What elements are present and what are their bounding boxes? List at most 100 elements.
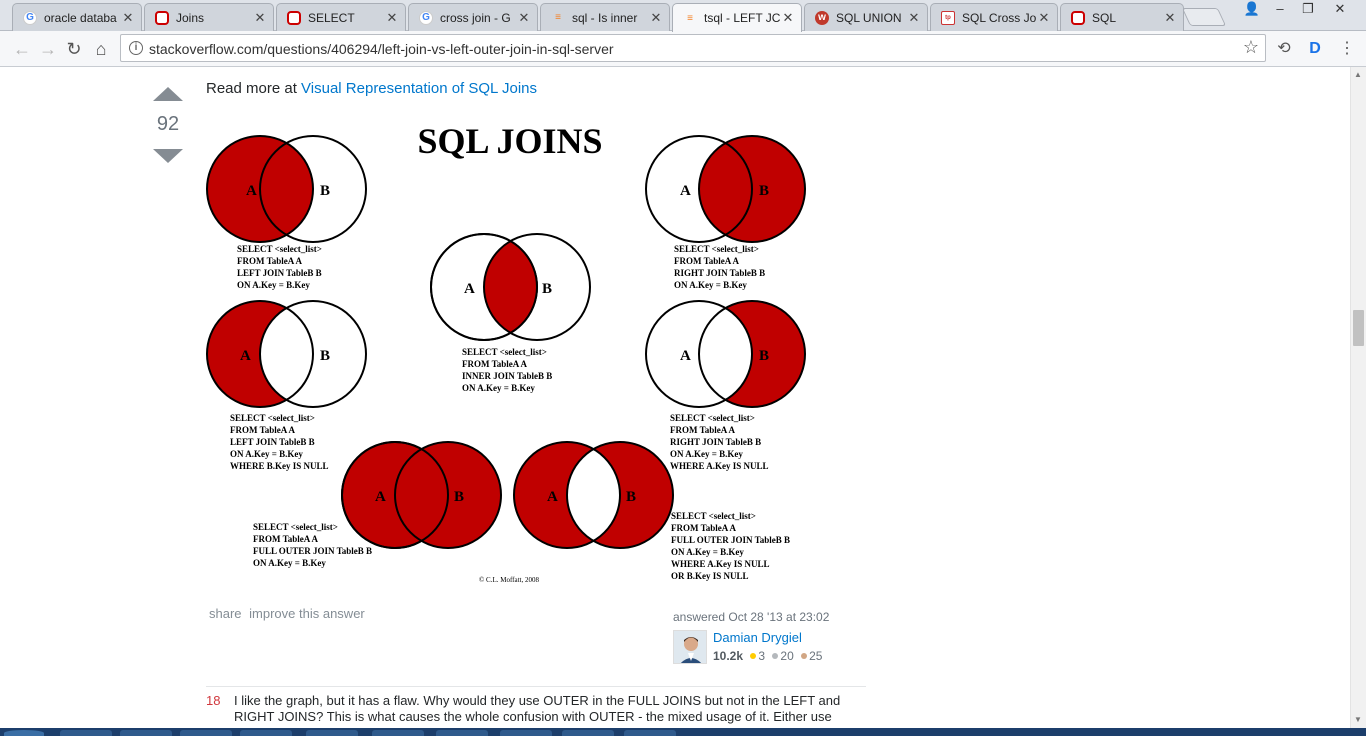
scroll-down-icon[interactable]: ▼ [1354, 715, 1362, 724]
close-icon[interactable]: ✕ [517, 10, 531, 26]
user-reputation: 10.2k 3 20 25 [713, 649, 822, 663]
info-icon[interactable]: i [129, 41, 143, 55]
close-window-icon[interactable]: ✕ [1326, 0, 1354, 20]
tab-tsql-left-join[interactable]: ≡ tsql - LEFT JC ✕ [672, 3, 802, 32]
diagram-title: SQL JOINS [417, 121, 602, 161]
tab-title: SELECT [308, 10, 355, 25]
label-b: B [542, 281, 552, 297]
url-text[interactable]: stackoverflow.com/questions/406294/left-… [149, 41, 614, 57]
home-icon[interactable]: ⌂ [89, 37, 113, 61]
close-icon[interactable]: ✕ [781, 10, 795, 26]
maximize-icon[interactable]: ❐ [1294, 0, 1322, 20]
share-link[interactable]: share [209, 606, 242, 621]
label-b: B [320, 183, 330, 199]
minimize-icon[interactable]: – [1266, 0, 1294, 20]
back-arrow-icon[interactable]: ← [10, 37, 34, 61]
taskbar-item[interactable] [500, 730, 552, 736]
start-button[interactable] [4, 730, 44, 736]
answered-time: answered Oct 28 '13 at 23:02 [673, 610, 830, 624]
visual-representation-link[interactable]: Visual Representation of SQL Joins [301, 80, 537, 97]
query-line: SELECT <select_list> [237, 244, 322, 254]
scrollbar-thumb[interactable] [1353, 310, 1364, 346]
avatar[interactable] [673, 630, 707, 664]
google-icon: G [419, 10, 433, 25]
vote-up-arrow-icon[interactable] [153, 87, 183, 101]
bronze-badge-icon [801, 653, 808, 659]
query-line: FULL OUTER JOIN TableB B [253, 546, 372, 556]
query-line: WHERE A.Key IS NULL [670, 461, 769, 471]
address-bar[interactable]: i stackoverflow.com/questions/406294/lef… [120, 34, 1266, 62]
tab-strip: G oracle databa ✕ Joins ✕ SELECT ✕ G cro… [0, 0, 1366, 32]
improve-answer-link[interactable]: improve this answer [249, 606, 365, 621]
tab-sql-cross-join[interactable]: tp SQL Cross Jo ✕ [930, 3, 1058, 31]
reload-icon[interactable]: ↻ [62, 37, 86, 61]
extension-icon[interactable]: ⟲ [1273, 38, 1295, 60]
close-icon[interactable]: ✕ [253, 10, 267, 26]
new-tab-button[interactable] [1181, 8, 1227, 26]
query-line: FROM TableA A [674, 256, 740, 266]
tab-title: cross join - G [440, 10, 511, 25]
query-line: WHERE A.Key IS NULL [671, 559, 770, 569]
scroll-up-icon[interactable]: ▲ [1354, 70, 1362, 79]
bookmark-star-icon[interactable]: ☆ [1243, 37, 1259, 58]
label-b: B [759, 348, 769, 364]
close-icon[interactable]: ✕ [907, 10, 921, 26]
user-profile-icon[interactable]: 👤 [1238, 0, 1266, 20]
query-line: SELECT <select_list> [671, 511, 756, 521]
close-icon[interactable]: ✕ [121, 10, 135, 26]
tab-title: SQL UNION [836, 10, 902, 25]
query-line: FULL OUTER JOIN TableB B [671, 535, 790, 545]
tab-sql[interactable]: SQL ✕ [1060, 3, 1184, 31]
query-line: LEFT JOIN TableB B [237, 268, 322, 278]
label-b: B [759, 183, 769, 199]
taskbar-item[interactable] [240, 730, 292, 736]
extension-d-icon[interactable]: D [1304, 38, 1326, 60]
tab-sql-union[interactable]: w SQL UNION ✕ [804, 3, 928, 31]
silver-badge-count: 20 [780, 649, 794, 663]
label-a: A [375, 489, 386, 505]
taskbar-item[interactable] [624, 730, 676, 736]
query-line: INNER JOIN TableB B [462, 371, 552, 381]
taskbar-item[interactable] [120, 730, 172, 736]
sql-joins-diagram: SQL JOINS A B SELECT <select_list> FROM … [206, 121, 806, 584]
tab-title: SQL Cross Jo [962, 10, 1037, 25]
gold-badge-count: 3 [758, 649, 766, 663]
oracle-icon [287, 10, 301, 25]
tab-oracle-database[interactable]: G oracle databa ✕ [12, 3, 142, 31]
page-scrollbar[interactable]: ▲ ▼ [1350, 67, 1366, 728]
venn-inner-join: A B SELECT <select_list> FROM TableA A I… [430, 233, 591, 393]
tab-sql-is-inner[interactable]: ≡ sql - Is inner ✕ [540, 3, 670, 31]
query-line: ON A.Key = B.Key [671, 547, 744, 557]
os-taskbar [0, 728, 1366, 736]
label-a: A [464, 281, 475, 297]
close-icon[interactable]: ✕ [1037, 10, 1051, 26]
query-line: SELECT <select_list> [462, 347, 547, 357]
read-more-text: Read more at Visual Representation of SQ… [206, 80, 537, 97]
venn-right-excluding-join: A B SELECT <select_list> FROM TableA A R… [645, 300, 806, 471]
close-icon[interactable]: ✕ [385, 10, 399, 26]
menu-icon[interactable]: ⋮ [1336, 38, 1358, 60]
user-name-link[interactable]: Damian Drygiel [713, 630, 802, 645]
silver-badge-icon [772, 653, 779, 659]
query-line: SELECT <select_list> [230, 413, 315, 423]
query-line: FROM TableA A [230, 425, 296, 435]
w3schools-icon: w [815, 10, 829, 25]
query-line: FROM TableA A [462, 359, 528, 369]
taskbar-item[interactable] [372, 730, 424, 736]
tab-joins[interactable]: Joins ✕ [144, 3, 274, 31]
vote-down-arrow-icon[interactable] [153, 149, 183, 163]
taskbar-item[interactable] [306, 730, 358, 736]
label-a: A [240, 348, 251, 364]
taskbar-item[interactable] [180, 730, 232, 736]
label-a: A [680, 183, 691, 199]
taskbar-item[interactable] [60, 730, 112, 736]
query-line: ON A.Key = B.Key [237, 280, 310, 290]
close-icon[interactable]: ✕ [649, 10, 663, 26]
forward-arrow-icon[interactable]: → [36, 37, 60, 61]
close-icon[interactable]: ✕ [1163, 10, 1177, 26]
taskbar-item[interactable] [436, 730, 488, 736]
taskbar-item[interactable] [562, 730, 614, 736]
tab-cross-join[interactable]: G cross join - G ✕ [408, 3, 538, 31]
tab-select[interactable]: SELECT ✕ [276, 3, 406, 31]
stackoverflow-icon: ≡ [687, 12, 693, 24]
